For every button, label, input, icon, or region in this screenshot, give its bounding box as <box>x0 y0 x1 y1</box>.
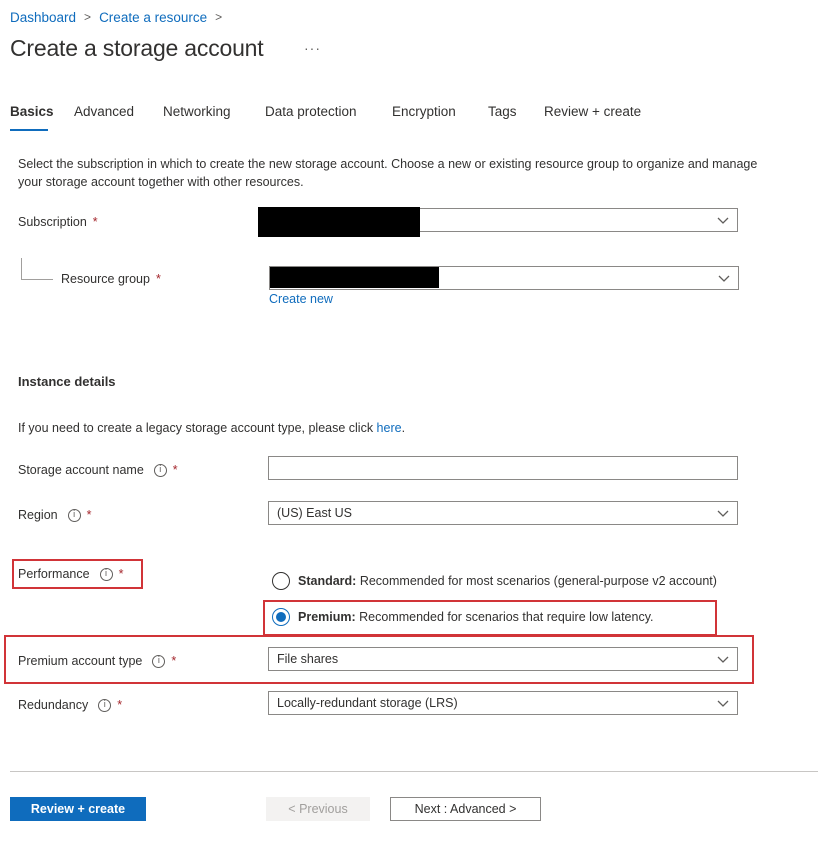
legacy-note-period: . <box>401 421 406 435</box>
active-tab-indicator <box>10 129 48 131</box>
redundancy-label-text: Redundancy <box>18 698 89 712</box>
info-icon[interactable]: i <box>98 698 112 712</box>
standard-option-name: Standard: <box>298 574 357 588</box>
performance-standard-radio[interactable] <box>272 572 290 590</box>
subscription-label-text: Subscription <box>18 215 87 229</box>
tree-connector <box>21 279 53 280</box>
legacy-note-text: If you need to create a legacy storage a… <box>18 421 377 435</box>
footer-divider <box>10 771 818 772</box>
chevron-down-icon <box>717 510 729 517</box>
required-marker: * <box>171 654 177 668</box>
redundancy-label: Redundancy i * <box>18 698 122 712</box>
required-marker: * <box>172 463 178 477</box>
more-icon[interactable]: ··· <box>304 40 321 56</box>
breadcrumb-separator: > <box>84 10 92 24</box>
info-icon[interactable]: i <box>153 463 167 477</box>
redundancy-dropdown[interactable]: Locally-redundant storage (LRS) <box>268 691 738 715</box>
tab-advanced[interactable]: Advanced <box>74 104 134 119</box>
premium-option-name: Premium: <box>298 610 356 624</box>
required-marker: * <box>118 567 124 581</box>
premium-type-label-text: Premium account type <box>18 654 143 668</box>
premium-option-desc: Recommended for scenarios that require l… <box>359 610 654 624</box>
tab-basics[interactable]: Basics <box>10 104 54 119</box>
info-icon[interactable]: i <box>99 567 113 581</box>
premium-type-label: Premium account type i * <box>18 654 176 668</box>
breadcrumb-separator: > <box>215 10 223 24</box>
performance-label-text: Performance <box>18 567 90 581</box>
tab-data-protection[interactable]: Data protection <box>265 104 357 119</box>
performance-label: Performance i * <box>18 567 123 581</box>
create-new-link[interactable]: Create new <box>269 292 333 306</box>
region-label-text: Region <box>18 508 58 522</box>
info-icon[interactable]: i <box>67 508 81 522</box>
premium-account-type-dropdown[interactable]: File shares <box>268 647 738 671</box>
redacted-block <box>258 207 420 237</box>
region-label: Region i * <box>18 508 92 522</box>
required-marker: * <box>92 215 98 229</box>
performance-standard-label[interactable]: Standard: Recommended for most scenarios… <box>298 574 717 588</box>
premium-account-type-value: File shares <box>277 652 339 666</box>
instance-details-heading: Instance details <box>18 374 116 389</box>
storage-name-label: Storage account name i * <box>18 463 178 477</box>
tab-encryption[interactable]: Encryption <box>392 104 456 119</box>
basics-description: Select the subscription in which to crea… <box>18 157 758 189</box>
storage-account-name-input[interactable] <box>268 456 738 480</box>
performance-premium-radio[interactable] <box>272 608 290 626</box>
review-create-button[interactable]: Review + create <box>10 797 146 821</box>
required-marker: * <box>86 508 92 522</box>
chevron-down-icon <box>717 700 729 707</box>
info-icon[interactable]: i <box>152 654 166 668</box>
tree-connector <box>21 258 22 279</box>
next-advanced-button[interactable]: Next : Advanced > <box>390 797 541 821</box>
subscription-label: Subscription * <box>18 215 98 229</box>
required-marker: * <box>155 272 161 286</box>
region-value: (US) East US <box>277 506 353 520</box>
tab-review-create[interactable]: Review + create <box>544 104 641 119</box>
resource-group-label-text: Resource group <box>61 272 150 286</box>
page-title: Create a storage account <box>10 35 264 61</box>
storage-name-label-text: Storage account name <box>18 463 144 477</box>
tab-tags[interactable]: Tags <box>488 104 517 119</box>
chevron-down-icon <box>717 217 729 224</box>
standard-option-desc: Recommended for most scenarios (general-… <box>359 574 717 588</box>
previous-button[interactable]: < Previous <box>266 797 370 821</box>
tab-networking[interactable]: Networking <box>163 104 231 119</box>
chevron-down-icon <box>718 275 730 282</box>
resource-group-label: Resource group * <box>61 272 161 286</box>
chevron-down-icon <box>717 656 729 663</box>
region-dropdown[interactable]: (US) East US <box>268 501 738 525</box>
required-marker: * <box>117 698 123 712</box>
redundancy-value: Locally-redundant storage (LRS) <box>277 696 458 710</box>
breadcrumb-dashboard[interactable]: Dashboard <box>10 10 76 25</box>
breadcrumb-create-resource[interactable]: Create a resource <box>99 10 207 25</box>
legacy-note: If you need to create a legacy storage a… <box>18 421 405 435</box>
legacy-here-link[interactable]: here <box>377 421 402 435</box>
performance-premium-label[interactable]: Premium: Recommended for scenarios that … <box>298 610 654 624</box>
breadcrumb: Dashboard > Create a resource > <box>10 8 230 26</box>
redacted-block <box>270 267 439 288</box>
